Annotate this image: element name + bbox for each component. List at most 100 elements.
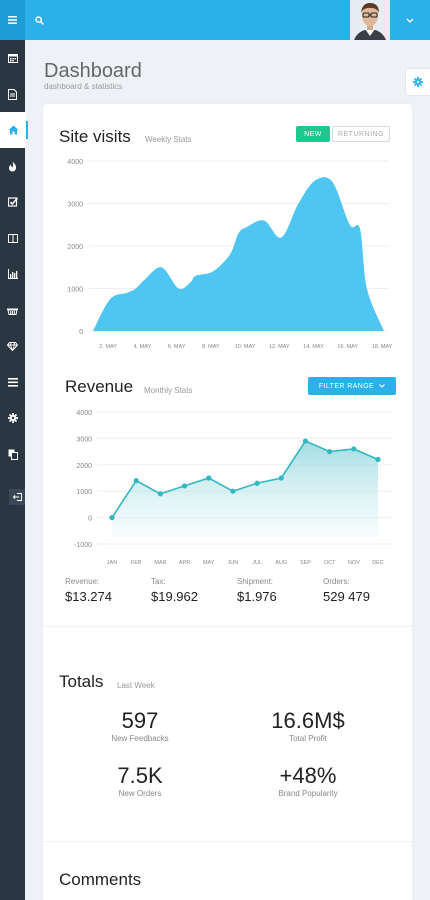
sidebar-item-charts[interactable] [0,256,25,292]
sidebar-item-layouts[interactable] [0,220,25,256]
x-tick-label: JAN [107,560,117,566]
total-feedbacks-value: 597 [121,708,159,733]
x-tick-label: 6. MAY [168,344,186,350]
logout-button[interactable] [9,489,25,505]
stat-shipment: Shipment: $1.976 [237,577,277,604]
x-tick-label: MAY [203,560,215,566]
total-feedbacks: 597 New Feedbacks [65,708,215,743]
x-tick-label: FEB [131,560,142,566]
x-tick-label: 14. MAY [303,344,324,350]
page-title: Dashboard [44,60,142,82]
sidebar-item-pages[interactable] [0,436,25,472]
menu-toggle-button[interactable] [0,0,25,40]
columns-icon [7,233,18,243]
x-tick-label: JUL [252,560,262,566]
revenue-point [254,480,260,486]
basket-icon [7,308,18,315]
y-tick-label: 3000 [67,202,83,209]
sidebar-item-trending[interactable] [0,148,25,184]
x-tick-label: OCT [324,560,336,566]
stat-orders-value: 529 479 [323,589,370,604]
section-divider [43,841,412,842]
sidebar-item-documents[interactable] [0,76,25,112]
checkbox-icon [7,197,18,207]
site-visits-area [93,177,384,331]
search-icon [34,15,44,25]
stat-shipment-value: $1.976 [237,589,277,604]
y-tick-label: 1000 [67,287,83,294]
x-tick-label: 2. MAY [99,344,117,350]
revenue-point [109,515,115,521]
total-orders-value: 7.5K [117,763,163,788]
sidebar-item-premium[interactable] [0,328,25,364]
sidebar-item-list[interactable] [0,364,25,400]
x-tick-label: AUG [275,560,287,566]
total-popularity-label: Brand Popularity [278,789,338,798]
y-tick-label: 2000 [76,463,92,470]
y-tick-label: 0 [79,329,83,336]
comments-title: Comments [59,870,142,889]
x-tick-label: 12. MAY [269,344,290,350]
revenue-title: Revenue [65,377,134,396]
logout-icon [12,493,22,501]
sidebar-item-tasks[interactable] [0,184,25,220]
gear-icon [7,413,18,423]
stat-revenue: Revenue: $13.274 [65,577,112,604]
sidebar-item-calendar[interactable] [0,40,25,76]
total-profit-value: 16.6M$ [271,708,345,733]
x-tick-label: DEC [372,560,384,566]
sidebar-item-home[interactable] [0,112,28,148]
sidebar-item-shop[interactable] [0,292,25,328]
top-bar [0,0,430,40]
bar-chart-icon [7,269,18,279]
section-divider [43,626,412,627]
gear-icon [413,77,423,87]
revenue-subtitle: Monthly Stats [144,386,193,395]
revenue-point [157,491,163,497]
revenue-point [375,456,381,463]
calendar-icon [7,54,18,63]
search-button[interactable] [25,0,53,40]
revenue-point [181,483,188,489]
revenue-point [302,438,309,444]
x-tick-label: APR [179,560,190,566]
x-tick-label: SEP [300,560,311,566]
home-icon [8,125,18,135]
total-orders: 7.5K New Orders [65,763,215,798]
x-tick-label: 8. MAY [202,344,220,350]
new-visitors-button[interactable]: NEW [296,126,330,142]
avatar[interactable] [350,0,390,40]
y-tick-label: 4000 [67,159,83,166]
y-tick-label: 1000 [76,489,92,496]
user-menu-dropdown[interactable] [390,0,430,40]
x-tick-label: NOV [348,560,360,566]
returning-visitors-button[interactable]: RETURNING [332,126,390,142]
revenue-point [133,478,139,484]
fire-icon [9,161,17,171]
theme-settings-toggle[interactable] [405,68,430,96]
site-visits-subtitle: Weekly Stats [145,135,192,144]
stat-revenue-label: Revenue: [65,577,100,586]
total-orders-label: New Orders [118,789,162,798]
copy-icon [8,449,18,460]
list-icon [7,377,18,387]
page-subtitle: dashboard & statistics [44,82,123,91]
chevron-down-icon [406,18,414,23]
filter-range-button[interactable]: FILTER RANGE [308,377,396,395]
revenue-point [327,449,333,455]
dashboard-card: Site visits Weekly Stats NEW RETURNING 0… [43,104,412,900]
chevron-down-icon [379,384,385,388]
revenue-point [278,475,284,481]
stat-revenue-value: $13.274 [65,589,112,604]
x-tick-label: JUN [228,560,239,566]
site-visits-title: Site visits [59,127,131,146]
x-tick-label: 16. MAY [337,344,358,350]
sidebar-item-settings[interactable] [0,400,25,436]
y-tick-label: -1000 [74,542,92,549]
x-tick-label: 4. MAY [134,344,152,350]
document-icon [8,88,17,100]
x-tick-label: 18. MAY [372,344,393,350]
total-popularity-value: +48% [279,763,337,788]
totals-title: Totals [59,672,104,691]
site-visits-chart: 0 1000 2000 3000 4000 2. MAY 4. MAY 6. MAY 8. MA… [67,159,393,350]
